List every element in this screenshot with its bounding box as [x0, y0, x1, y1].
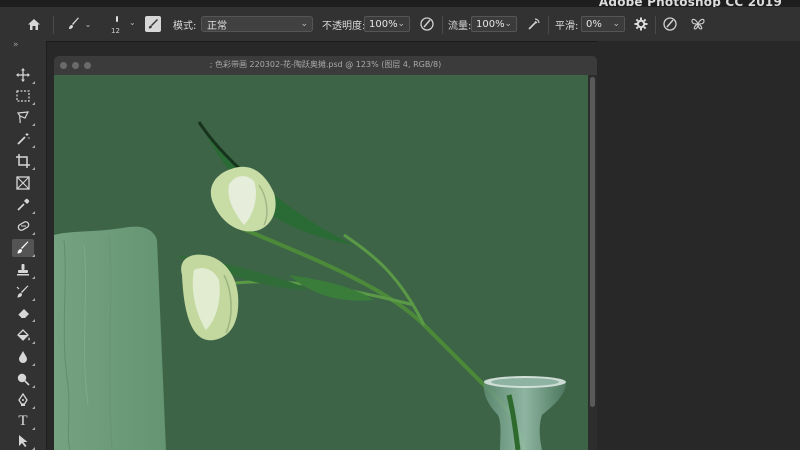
mode-value: 正常: [207, 20, 227, 32]
brush-preset-picker[interactable]: 12 ⌄: [108, 12, 138, 38]
airbrush-icon: [528, 18, 540, 30]
type-icon: T: [18, 412, 28, 429]
magic-wand-icon: [17, 133, 30, 145]
home-button[interactable]: [24, 15, 44, 33]
tool-move[interactable]: [12, 66, 35, 84]
chevron-down-icon: ⌄: [504, 19, 512, 29]
smoothing-field[interactable]: 0% ⌄: [581, 16, 625, 32]
crop-icon: [16, 154, 30, 168]
flow-field[interactable]: 100% ⌄: [471, 16, 517, 32]
lasso-icon: [16, 111, 29, 124]
workspace-background: [597, 41, 800, 450]
tool-pen[interactable]: [12, 391, 35, 409]
scroll-thumb[interactable]: [590, 77, 595, 407]
tool-magic-wand[interactable]: [12, 130, 35, 148]
pressure-size-icon: [663, 17, 677, 31]
stamp-icon: [17, 264, 29, 276]
document-window: ; 色彩带画 220302-花-陶跃奥摊.psd @ 123% (图层 4, R…: [54, 56, 597, 450]
blur-icon: [19, 351, 27, 363]
brush-icon: [68, 17, 79, 29]
chevron-down-icon: ⌄: [129, 18, 136, 27]
airbrush-button[interactable]: [525, 15, 543, 33]
vertical-scrollbar[interactable]: [588, 75, 597, 450]
opacity-value: 100%: [369, 18, 398, 30]
smoothing-options-button[interactable]: [632, 15, 650, 33]
pressure-opacity-button[interactable]: [418, 15, 436, 33]
rect-marquee-icon: [16, 90, 30, 102]
butterfly-icon: [691, 18, 705, 30]
separator: [442, 16, 443, 34]
tool-marquee[interactable]: [12, 87, 35, 105]
artwork: [54, 75, 588, 450]
tool-stamp[interactable]: [12, 261, 35, 279]
panel-collapse-icon[interactable]: »: [13, 40, 19, 50]
brush-size-label: 12: [111, 27, 120, 35]
options-bar: ⌄ 12 ⌄ 模式: 正常 ⌄ 不透明度: 100% ⌄ 流量: 100% ⌄ …: [0, 7, 800, 42]
pressure-size-button[interactable]: [661, 15, 679, 33]
brush-panel-icon: [148, 19, 158, 29]
tool-path-select[interactable]: [12, 432, 35, 450]
eraser-icon: [17, 309, 29, 319]
history-brush-icon: [16, 285, 29, 298]
brush-settings-toggle[interactable]: [145, 16, 161, 32]
pressure-icon: [420, 17, 434, 31]
app-title-strip: Adobe Photoshop CC 2019: [0, 0, 800, 9]
flow-value: 100%: [476, 18, 505, 30]
tool-eyedropper[interactable]: [12, 196, 35, 214]
tool-eraser[interactable]: [12, 304, 35, 322]
gear-icon: [634, 17, 648, 31]
separator: [53, 16, 54, 34]
separator: [548, 16, 549, 34]
paint-bucket-icon: [16, 329, 30, 341]
mode-label: 模式:: [173, 20, 197, 32]
tool-brush[interactable]: [12, 239, 35, 257]
tool-frame[interactable]: [12, 174, 34, 192]
tool-history-brush[interactable]: [12, 283, 35, 301]
brush-tip-icon: [116, 16, 118, 22]
frame-icon: [16, 176, 30, 190]
mode-dropdown[interactable]: 正常 ⌄: [201, 16, 313, 32]
home-icon: [28, 18, 40, 30]
tool-lasso[interactable]: [12, 108, 35, 126]
document-title: ; 色彩带画 220302-花-陶跃奥摊.psd @ 123% (图层 4, R…: [209, 60, 442, 69]
chevron-down-icon: ⌄: [612, 19, 620, 29]
dodge-icon: [17, 373, 30, 386]
separator: [655, 16, 656, 34]
tool-healing[interactable]: [12, 217, 35, 235]
brush-icon: [17, 241, 29, 254]
tool-dodge[interactable]: [12, 370, 35, 388]
healing-icon: [17, 221, 29, 231]
smoothing-value: 0%: [586, 18, 602, 30]
tool-crop[interactable]: [12, 152, 35, 170]
tool-paint-bucket[interactable]: [12, 326, 35, 344]
tool-type[interactable]: T: [12, 412, 35, 430]
smoothing-label: 平滑:: [555, 20, 579, 32]
opacity-field[interactable]: 100% ⌄: [364, 16, 410, 32]
path-select-icon: [19, 435, 28, 447]
flow-label: 流量:: [448, 20, 472, 32]
tool-preset-picker[interactable]: ⌄: [62, 15, 96, 33]
tool-blur[interactable]: [12, 348, 35, 366]
move-icon: [16, 68, 30, 82]
chevron-down-icon: ⌄: [397, 19, 405, 29]
chevron-down-icon: ⌄: [300, 19, 308, 29]
canvas[interactable]: [54, 75, 588, 450]
symmetry-button[interactable]: [689, 15, 707, 33]
opacity-label: 不透明度:: [322, 20, 366, 32]
pen-icon: [18, 393, 28, 406]
document-titlebar[interactable]: ; 色彩带画 220302-花-陶跃奥摊.psd @ 123% (图层 4, R…: [54, 56, 597, 76]
eyedropper-icon: [17, 198, 30, 211]
chevron-down-icon: ⌄: [84, 19, 92, 29]
